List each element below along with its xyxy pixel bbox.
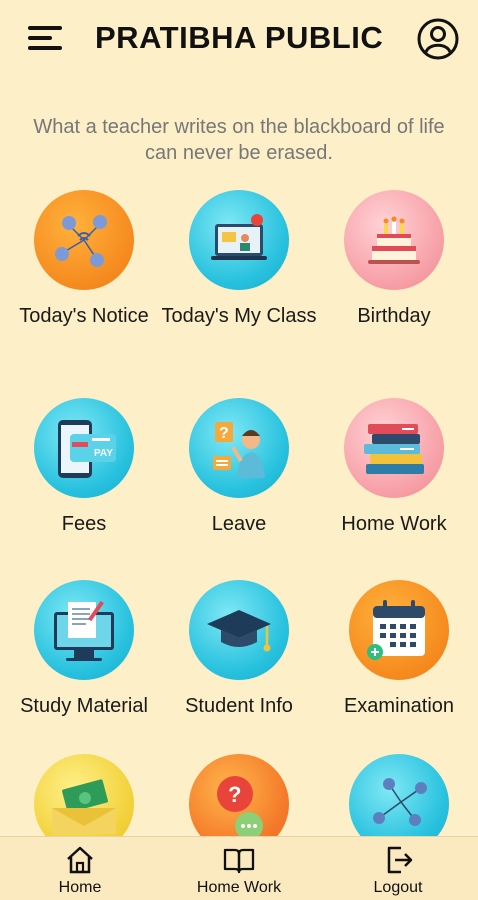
tile-home-work[interactable]: Home Work xyxy=(314,398,474,537)
nav-home-label: Home xyxy=(58,879,102,896)
tile-fees[interactable]: PAY Fees xyxy=(4,398,164,537)
svg-text:PAY: PAY xyxy=(94,448,113,459)
logout-icon xyxy=(387,846,413,874)
tile-birthday[interactable]: Birthday xyxy=(314,190,474,329)
nav-home-work[interactable]: Home Work xyxy=(179,843,299,897)
tile-label: Fees xyxy=(61,513,107,535)
svg-text:?: ? xyxy=(228,782,241,807)
network-notice-icon xyxy=(34,190,134,290)
graduation-cap-icon xyxy=(189,580,289,680)
tile-study-material[interactable]: Study Material xyxy=(4,580,164,719)
tile-student-info[interactable]: Student Info xyxy=(159,580,319,719)
computer-document-icon xyxy=(34,580,134,680)
online-class-icon xyxy=(189,190,289,290)
open-book-icon xyxy=(223,848,255,874)
tile-label: Examination xyxy=(343,695,455,717)
tile-label: Today's Notice xyxy=(19,305,149,327)
tile-label: Study Material xyxy=(20,695,148,717)
nav-home-work-label: Home Work xyxy=(196,879,282,896)
bottom-navigation: Home Home Work Logout xyxy=(0,836,478,900)
tile-label: Home Work xyxy=(341,513,447,535)
phone-pay-icon: PAY xyxy=(34,398,134,498)
nav-logout-label: Logout xyxy=(373,879,423,896)
tile-label: Student Info xyxy=(185,695,293,717)
tile-leave[interactable]: ? Leave xyxy=(159,398,319,537)
tile-todays-my-class[interactable]: Today's My Class xyxy=(159,190,319,329)
tile-todays-notice[interactable]: Today's Notice xyxy=(4,190,164,329)
nav-home[interactable]: Home xyxy=(20,843,140,897)
feature-grid: Today's Notice Today's My Class Birthday… xyxy=(0,0,478,900)
calendar-icon xyxy=(349,580,449,680)
tile-label: Today's My Class xyxy=(161,305,317,327)
tile-label: Birthday xyxy=(357,305,431,327)
home-icon xyxy=(67,846,93,874)
tile-examination[interactable]: Examination xyxy=(319,580,478,719)
nav-logout[interactable]: Logout xyxy=(338,843,458,897)
books-stack-icon xyxy=(344,398,444,498)
leave-request-icon: ? xyxy=(189,398,289,498)
tile-label: Leave xyxy=(211,513,267,535)
birthday-cake-icon xyxy=(344,190,444,290)
svg-text:?: ? xyxy=(219,425,229,442)
